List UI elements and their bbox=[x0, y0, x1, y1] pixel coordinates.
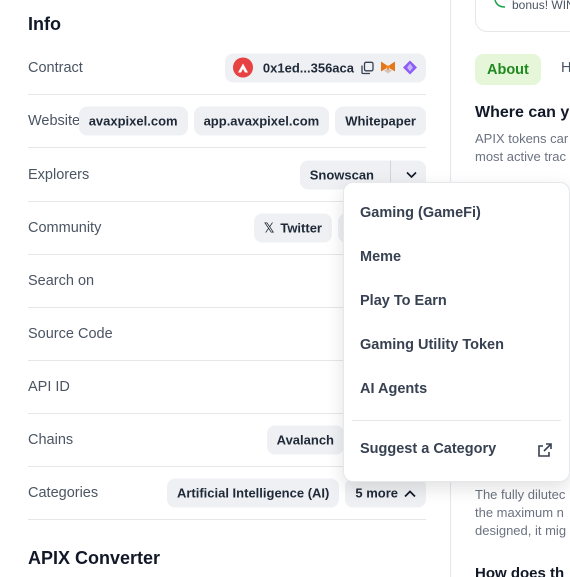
website-label: Website bbox=[28, 113, 81, 129]
contract-address: 0x1ed...356aca bbox=[262, 60, 354, 75]
check-icon bbox=[494, 0, 506, 14]
website-link-1[interactable]: avaxpixel.com bbox=[78, 106, 188, 136]
chain-avalanche[interactable]: Avalanch bbox=[266, 425, 344, 455]
tab-other[interactable]: H bbox=[561, 60, 570, 76]
source-code-label: Source Code bbox=[28, 326, 113, 342]
twitter-link[interactable]: 𝕏 Twitter bbox=[253, 213, 332, 243]
metamask-icon[interactable] bbox=[380, 60, 396, 76]
where-to-buy-title: Where can y bbox=[475, 104, 570, 121]
dropdown-item-gaming-gamefi[interactable]: Gaming (GameFi) bbox=[360, 205, 481, 221]
website-link-2[interactable]: app.avaxpixel.com bbox=[193, 106, 330, 136]
where-paragraph-line-1: APIX tokens car bbox=[475, 131, 569, 146]
avalanche-icon bbox=[232, 57, 253, 78]
x-twitter-icon: 𝕏 bbox=[263, 220, 275, 235]
fdv-paragraph-line-3: designed, it mig bbox=[475, 523, 567, 538]
explorers-label: Explorers bbox=[28, 167, 90, 183]
categories-more-button[interactable]: 5 more bbox=[345, 478, 426, 508]
fdv-paragraph-line-2: the maximum n bbox=[475, 505, 564, 520]
twitter-label: Twitter bbox=[280, 220, 322, 236]
community-label: Community bbox=[28, 220, 102, 236]
contract-chip[interactable]: 0x1ed...356aca bbox=[224, 53, 426, 82]
dropdown-item-play-to-earn[interactable]: Play To Earn bbox=[360, 293, 447, 309]
info-title: Info bbox=[28, 14, 61, 34]
bonus-text: bonus! WIN bbox=[512, 0, 570, 12]
api-id-label: API ID bbox=[28, 379, 70, 395]
where-paragraph-line-2: most active trac bbox=[475, 149, 567, 164]
dropdown-separator bbox=[352, 420, 561, 421]
categories-label: Categories bbox=[28, 485, 99, 501]
categories-dropdown: Gaming (GameFi) Meme Play To Earn Gaming… bbox=[343, 182, 570, 482]
dropdown-item-meme[interactable]: Meme bbox=[360, 249, 401, 265]
category-ai[interactable]: Artificial Intelligence (AI) bbox=[166, 478, 340, 508]
categories-more-label: 5 more bbox=[355, 485, 398, 501]
dropdown-item-ai-agents[interactable]: AI Agents bbox=[360, 381, 427, 397]
search-on-label: Search on bbox=[28, 273, 95, 289]
fdv-paragraph-line-1: The fully dilutec bbox=[475, 487, 566, 502]
website-row: Website avaxpixel.com app.avaxpixel.com … bbox=[28, 95, 426, 148]
copy-icon[interactable] bbox=[360, 61, 374, 75]
tab-about[interactable]: About bbox=[475, 54, 541, 85]
suggest-category-link[interactable]: Suggest a Category bbox=[360, 441, 496, 457]
contract-row: Contract 0x1ed...356aca bbox=[28, 41, 426, 95]
external-link-icon[interactable] bbox=[537, 442, 553, 458]
purple-gem-icon[interactable] bbox=[402, 60, 418, 76]
chevron-up-icon bbox=[404, 489, 416, 497]
whitepaper-link[interactable]: Whitepaper bbox=[335, 106, 426, 136]
chains-label: Chains bbox=[28, 432, 74, 448]
how-does-title: How does th bbox=[475, 565, 565, 577]
converter-title: APIX Converter bbox=[28, 548, 161, 568]
contract-label: Contract bbox=[28, 59, 83, 76]
dropdown-item-gaming-utility-token[interactable]: Gaming Utility Token bbox=[360, 337, 504, 353]
